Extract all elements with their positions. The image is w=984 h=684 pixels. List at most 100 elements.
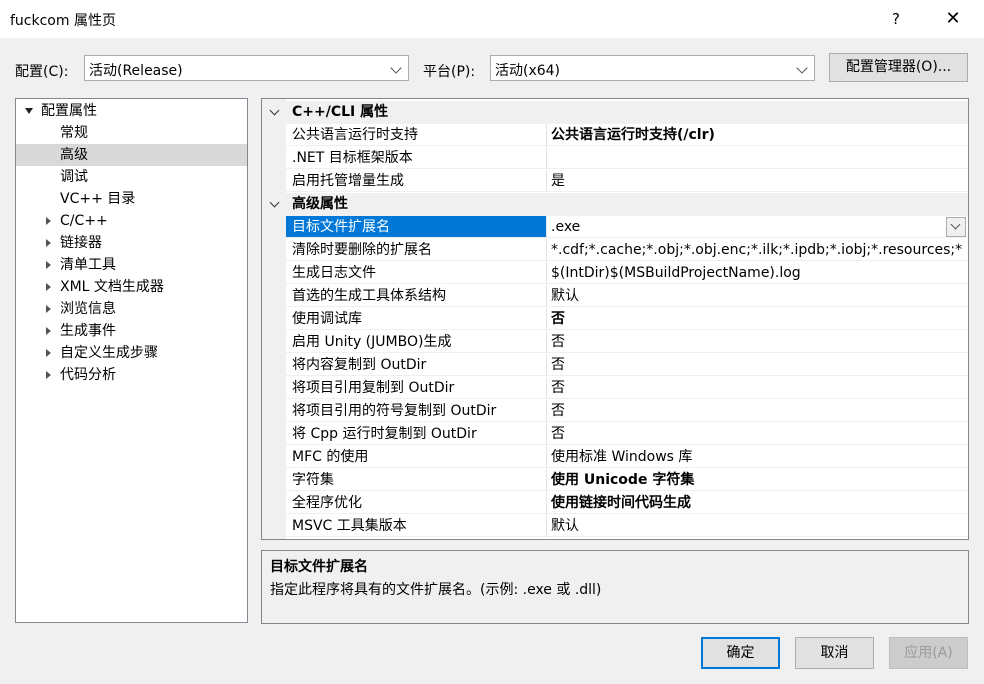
tree-root-config-properties[interactable]: 配置属性 (16, 100, 247, 122)
value-dropdown-button[interactable] (946, 217, 966, 237)
property-grid[interactable]: C++/CLI 属性 公共语言运行时支持 公共语言运行时支持(/clr) .NE… (261, 98, 969, 540)
property-value[interactable]: 使用 Unicode 字符集 (547, 469, 968, 491)
property-value[interactable]: $(IntDir)$(MSBuildProjectName).log (547, 262, 968, 284)
property-row[interactable]: 全程序优化 使用链接时间代码生成 (286, 492, 968, 515)
chevron-down-icon[interactable] (269, 105, 280, 116)
property-row[interactable]: 首选的生成工具体系结构 默认 (286, 285, 968, 308)
collapsed-triangle-icon[interactable] (46, 283, 51, 291)
property-row[interactable]: 将内容复制到 OutDir 否 (286, 354, 968, 377)
collapsed-triangle-icon[interactable] (46, 217, 51, 225)
apply-button[interactable]: 应用(A) (889, 637, 968, 669)
tree-item-label: C/C++ (60, 213, 108, 229)
tree-item-build-events[interactable]: 生成事件 (16, 320, 247, 342)
tree-item-general[interactable]: 常规 (16, 122, 247, 144)
tree-item-debugging[interactable]: 调试 (16, 166, 247, 188)
property-name[interactable]: 公共语言运行时支持 (286, 124, 547, 146)
property-name[interactable]: 目标文件扩展名 (286, 216, 547, 238)
category-cpp-cli[interactable]: C++/CLI 属性 (262, 101, 968, 124)
property-value[interactable]: 否 (547, 354, 968, 376)
collapsed-triangle-icon[interactable] (46, 349, 51, 357)
collapsed-triangle-icon[interactable] (46, 261, 51, 269)
collapsed-triangle-icon[interactable] (46, 239, 51, 247)
property-value[interactable]: 使用链接时间代码生成 (547, 492, 968, 514)
property-row[interactable]: 将项目引用的符号复制到 OutDir 否 (286, 400, 968, 423)
close-button[interactable]: ✕ (937, 6, 969, 32)
cancel-button[interactable]: 取消 (795, 637, 874, 669)
property-name[interactable]: 字符集 (286, 469, 547, 491)
property-name[interactable]: 将内容复制到 OutDir (286, 354, 547, 376)
config-select[interactable]: 活动(Release) (84, 55, 409, 81)
config-manager-label: 配置管理器(O)... (845, 59, 952, 75)
tree-item-xml-doc-generator[interactable]: XML 文档生成器 (16, 276, 247, 298)
chevron-down-icon (950, 219, 961, 230)
property-name[interactable]: 首选的生成工具体系结构 (286, 285, 547, 307)
platform-label: 平台(P): (423, 64, 476, 80)
tree-item-label: XML 文档生成器 (60, 279, 164, 295)
property-name[interactable]: 将项目引用复制到 OutDir (286, 377, 547, 399)
property-row[interactable]: 使用调试库 否 (286, 308, 968, 331)
tree-item-linker[interactable]: 链接器 (16, 232, 247, 254)
property-row-selected[interactable]: 目标文件扩展名 .exe (286, 216, 968, 239)
property-row[interactable]: 公共语言运行时支持 公共语言运行时支持(/clr) (286, 124, 968, 147)
property-value[interactable]: 否 (547, 331, 968, 353)
property-name[interactable]: 将 Cpp 运行时复制到 OutDir (286, 423, 547, 445)
property-value[interactable]: 否 (547, 308, 968, 330)
category-advanced[interactable]: 高级属性 (262, 193, 968, 216)
property-name[interactable]: 使用调试库 (286, 308, 547, 330)
config-manager-button[interactable]: 配置管理器(O)... (829, 53, 968, 82)
property-name[interactable]: 生成日志文件 (286, 262, 547, 284)
tree-item-code-analysis[interactable]: 代码分析 (16, 364, 247, 386)
property-value[interactable]: 默认 (547, 515, 968, 537)
property-name[interactable]: .NET 目标框架版本 (286, 147, 547, 169)
property-value[interactable]: 是 (547, 170, 968, 192)
property-name[interactable]: MFC 的使用 (286, 446, 547, 468)
property-value[interactable]: 否 (547, 400, 968, 422)
property-name[interactable]: MSVC 工具集版本 (286, 515, 547, 537)
property-row[interactable]: .NET 目标框架版本 (286, 147, 968, 170)
property-value[interactable]: .exe (547, 216, 968, 238)
property-row[interactable]: 启用托管增量生成 是 (286, 170, 968, 193)
property-row[interactable]: 字符集 使用 Unicode 字符集 (286, 469, 968, 492)
property-row[interactable]: 启用 Unity (JUMBO)生成 否 (286, 331, 968, 354)
description-text: 指定此程序将具有的文件扩展名。(示例: .exe 或 .dll) (270, 582, 602, 598)
help-button[interactable]: ? (880, 6, 912, 32)
property-row[interactable]: 清除时要删除的扩展名 *.cdf;*.cache;*.obj;*.obj.enc… (286, 239, 968, 262)
collapsed-triangle-icon[interactable] (46, 327, 51, 335)
property-value[interactable]: 默认 (547, 285, 968, 307)
property-row[interactable]: MSVC 工具集版本 默认 (286, 515, 968, 538)
tree-item-label: 高级 (60, 147, 88, 163)
property-row[interactable]: 将 Cpp 运行时复制到 OutDir 否 (286, 423, 968, 446)
property-name[interactable]: 将项目引用的符号复制到 OutDir (286, 400, 547, 422)
expanded-triangle-icon (25, 108, 33, 114)
property-name[interactable]: 启用 Unity (JUMBO)生成 (286, 331, 547, 353)
property-name[interactable]: 启用托管增量生成 (286, 170, 547, 192)
ok-button[interactable]: 确定 (701, 637, 780, 669)
property-value[interactable]: 使用标准 Windows 库 (547, 446, 968, 468)
property-value[interactable]: 否 (547, 377, 968, 399)
tree-item-label: 浏览信息 (60, 301, 116, 317)
property-value[interactable] (547, 147, 968, 169)
property-value[interactable]: *.cdf;*.cache;*.obj;*.obj.enc;*.ilk;*.ip… (547, 239, 968, 261)
tree-item-advanced[interactable]: 高级 (16, 144, 247, 166)
property-row[interactable]: MFC 的使用 使用标准 Windows 库 (286, 446, 968, 469)
title-bar: fuckcom 属性页 ? ✕ (0, 0, 984, 38)
tree-item-custom-build-step[interactable]: 自定义生成步骤 (16, 342, 247, 364)
category-title: C++/CLI 属性 (292, 104, 389, 120)
tree-item-browse-info[interactable]: 浏览信息 (16, 298, 247, 320)
tree-item-vc-directories[interactable]: VC++ 目录 (16, 188, 247, 210)
property-tree[interactable]: 配置属性 常规 高级 调试 VC++ 目录 C/C++ 链接器 清单工具 XML… (15, 98, 248, 623)
property-value[interactable]: 否 (547, 423, 968, 445)
help-icon: ? (892, 10, 900, 28)
chevron-down-icon (796, 62, 808, 74)
collapsed-triangle-icon[interactable] (46, 305, 51, 313)
tree-item-c-cpp[interactable]: C/C++ (16, 210, 247, 232)
tree-item-manifest-tool[interactable]: 清单工具 (16, 254, 247, 276)
property-name[interactable]: 清除时要删除的扩展名 (286, 239, 547, 261)
collapsed-triangle-icon[interactable] (46, 371, 51, 379)
property-row[interactable]: 生成日志文件 $(IntDir)$(MSBuildProjectName).lo… (286, 262, 968, 285)
property-row[interactable]: 将项目引用复制到 OutDir 否 (286, 377, 968, 400)
property-value[interactable]: 公共语言运行时支持(/clr) (547, 124, 968, 146)
chevron-down-icon[interactable] (269, 197, 280, 208)
property-name[interactable]: 全程序优化 (286, 492, 547, 514)
platform-select[interactable]: 活动(x64) (490, 55, 815, 81)
